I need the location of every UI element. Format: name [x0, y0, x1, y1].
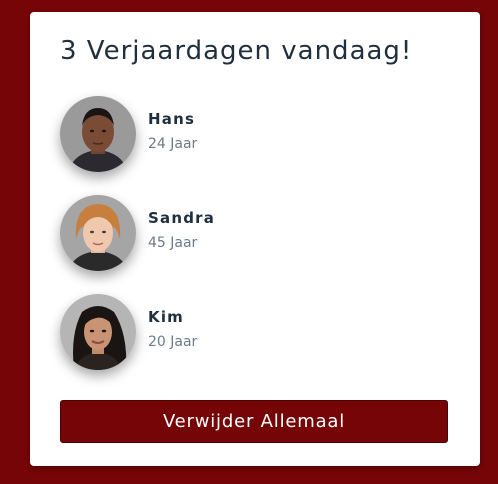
person-name: Hans — [148, 110, 196, 128]
avatar-sandra — [60, 195, 136, 271]
person-item-sandra: Sandra 45 Jaar — [60, 195, 420, 271]
person-age: 20 Jaar — [148, 334, 198, 350]
birthday-card: 3 Verjaardagen vandaag! Hans 24 Jaar San… — [30, 12, 480, 466]
avatar-hans — [60, 96, 136, 172]
clear-all-button[interactable]: Verwijder Allemaal — [60, 400, 448, 443]
person-item-kim: Kim 20 Jaar — [60, 294, 420, 370]
person-name: Kim — [148, 308, 184, 326]
person-item-hans: Hans 24 Jaar — [60, 96, 420, 172]
person-age: 24 Jaar — [148, 136, 198, 152]
card-title: 3 Verjaardagen vandaag! — [60, 36, 413, 66]
person-age: 45 Jaar — [148, 235, 198, 251]
person-name: Sandra — [148, 209, 216, 227]
avatar-kim — [60, 294, 136, 370]
